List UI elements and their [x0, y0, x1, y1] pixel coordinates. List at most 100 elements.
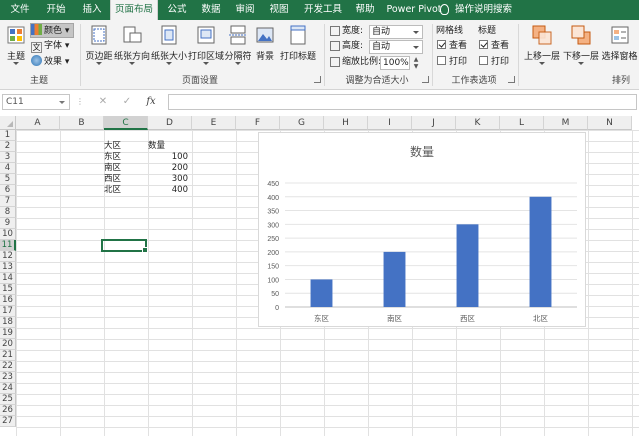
spinner-arrows-icon[interactable]: ▲ ▼ — [411, 56, 421, 70]
column-header-b[interactable]: B — [60, 116, 104, 130]
height-dropdown[interactable]: 自动 — [369, 40, 423, 54]
column-header-j[interactable]: J — [412, 116, 456, 130]
bar-3[interactable] — [456, 224, 479, 307]
print-area-button[interactable]: 打印区域 — [188, 25, 224, 71]
orientation-button[interactable]: 纸张方向 — [114, 25, 150, 71]
tell-me-search[interactable]: 操作说明搜索 — [440, 0, 512, 20]
row-header-27[interactable]: 27 — [0, 416, 16, 427]
table-header-region[interactable]: 大区 — [102, 141, 146, 152]
row-header-18[interactable]: 18 — [0, 317, 16, 328]
table-cell[interactable]: 北区 — [102, 185, 146, 196]
table-cell[interactable]: 西区 — [102, 174, 146, 185]
tab-file[interactable]: 文件 — [4, 0, 36, 20]
tab-formulas[interactable]: 公式 — [162, 0, 192, 20]
row-header-22[interactable]: 22 — [0, 361, 16, 372]
row-header-20[interactable]: 20 — [0, 339, 16, 350]
table-cell[interactable]: 400 — [146, 185, 190, 196]
row-header-14[interactable]: 14 — [0, 273, 16, 284]
formula-bar-splitter[interactable]: ⋮ — [76, 97, 84, 106]
row-header-26[interactable]: 26 — [0, 405, 16, 416]
bring-forward-button[interactable]: 上移一层 — [522, 25, 562, 71]
tab-view[interactable]: 视图 — [264, 0, 294, 20]
width-dropdown[interactable]: 自动 — [369, 25, 423, 39]
column-header-n[interactable]: N — [588, 116, 632, 130]
row-header-24[interactable]: 24 — [0, 383, 16, 394]
row-header-2[interactable]: 2 — [0, 141, 16, 152]
bar-chart[interactable]: 数量 0 50 100 150 200 250 300 350 400 450 东区 南区 西区 北区 — [258, 132, 586, 327]
row-header-5[interactable]: 5 — [0, 174, 16, 185]
cancel-icon[interactable]: ✕ — [92, 94, 114, 110]
row-header-1[interactable]: 1 — [0, 130, 16, 141]
column-header-m[interactable]: M — [544, 116, 588, 130]
column-header-i[interactable]: I — [368, 116, 412, 130]
fonts-button[interactable]: 文字体 ▾ — [31, 39, 73, 54]
send-backward-button[interactable]: 下移一层 — [562, 25, 600, 71]
column-header-l[interactable]: L — [500, 116, 544, 130]
name-box[interactable]: C11 — [2, 94, 70, 110]
row-header-6[interactable]: 6 — [0, 185, 16, 196]
table-cell[interactable]: 200 — [146, 163, 190, 174]
tab-page-layout[interactable]: 页面布局 — [110, 0, 158, 20]
headings-print-checkbox[interactable]: 打印 — [479, 56, 509, 69]
scale-dialog-launcher[interactable] — [422, 76, 429, 83]
gridlines-print-checkbox[interactable]: 打印 — [437, 56, 467, 69]
row-header-10[interactable]: 10 — [0, 229, 16, 240]
table-cell[interactable]: 100 — [146, 152, 190, 163]
sheet-options-dialog-launcher[interactable] — [508, 76, 515, 83]
tab-developer[interactable]: 开发工具 — [300, 0, 346, 20]
tab-power-pivot[interactable]: Power Pivot — [386, 0, 442, 20]
row-header-19[interactable]: 19 — [0, 328, 16, 339]
row-header-11[interactable]: 11 — [0, 240, 16, 251]
column-header-f[interactable]: F — [236, 116, 280, 130]
active-cell-c11[interactable] — [101, 239, 148, 253]
row-header-8[interactable]: 8 — [0, 207, 16, 218]
table-header-quantity[interactable]: 数量 — [146, 141, 190, 152]
row-header-25[interactable]: 25 — [0, 394, 16, 405]
tab-help[interactable]: 帮助 — [350, 0, 380, 20]
table-cell[interactable]: 300 — [146, 174, 190, 185]
page-setup-dialog-launcher[interactable] — [314, 76, 321, 83]
select-all-button[interactable] — [0, 116, 16, 130]
bar-4[interactable] — [529, 196, 552, 307]
effects-button[interactable]: 效果 ▾ — [31, 55, 73, 70]
row-header-12[interactable]: 12 — [0, 251, 16, 262]
tab-insert[interactable]: 插入 — [76, 0, 108, 20]
bar-1[interactable] — [310, 279, 333, 307]
column-header-e[interactable]: E — [192, 116, 236, 130]
enter-icon[interactable]: ✓ — [116, 94, 138, 110]
tab-home[interactable]: 开始 — [40, 0, 72, 20]
row-header-21[interactable]: 21 — [0, 350, 16, 361]
column-header-g[interactable]: G — [280, 116, 324, 130]
row-header-9[interactable]: 9 — [0, 218, 16, 229]
formula-input[interactable] — [168, 94, 637, 110]
table-cell[interactable]: 南区 — [102, 163, 146, 174]
themes-button[interactable]: 主题 — [2, 25, 30, 71]
column-header-c[interactable]: C — [104, 116, 148, 130]
tab-data[interactable]: 数据 — [196, 0, 226, 20]
row-header-3[interactable]: 3 — [0, 152, 16, 163]
headings-view-checkbox[interactable]: 查看 — [479, 40, 509, 53]
margins-button[interactable]: 页边距 — [84, 25, 114, 71]
table-cell[interactable]: 东区 — [102, 152, 146, 163]
insert-function-button[interactable]: fx — [140, 94, 162, 110]
column-header-a[interactable]: A — [16, 116, 60, 130]
row-header-16[interactable]: 16 — [0, 295, 16, 306]
tab-review[interactable]: 审阅 — [230, 0, 260, 20]
selection-pane-button[interactable]: 选择窗格 — [600, 25, 639, 71]
gridlines-view-checkbox[interactable]: 查看 — [437, 40, 467, 53]
row-header-15[interactable]: 15 — [0, 284, 16, 295]
bar-2[interactable] — [383, 251, 406, 307]
row-header-7[interactable]: 7 — [0, 196, 16, 207]
breaks-button[interactable]: 分隔符 — [224, 25, 252, 71]
background-button[interactable]: 背景 — [252, 25, 278, 71]
row-header-13[interactable]: 13 — [0, 262, 16, 273]
size-button[interactable]: 纸张大小 — [150, 25, 188, 71]
print-titles-button[interactable]: 打印标题 — [278, 25, 318, 71]
column-header-k[interactable]: K — [456, 116, 500, 130]
column-header-h[interactable]: H — [324, 116, 368, 130]
row-header-4[interactable]: 4 — [0, 163, 16, 174]
row-header-23[interactable]: 23 — [0, 372, 16, 383]
column-header-d[interactable]: D — [148, 116, 192, 130]
scale-spinner[interactable]: 100% ▲ ▼ — [380, 56, 418, 70]
colors-button[interactable]: 颜色 ▾ — [30, 23, 74, 38]
